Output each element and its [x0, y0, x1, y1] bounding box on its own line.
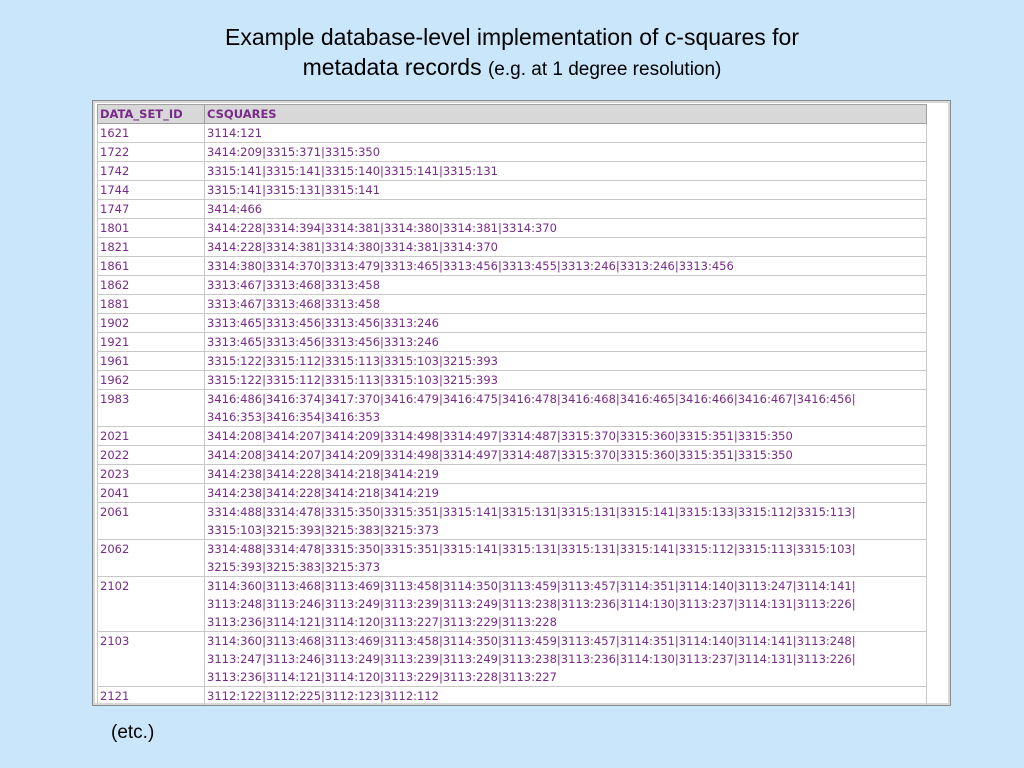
cell-data-set-id[interactable]: 1983 — [97, 389, 205, 427]
table-row[interactable]: 1961 3315:122|3315:112|3315:113|3315:103|… — [97, 351, 927, 371]
cell-data-set-id[interactable]: 2123 — [98, 706, 205, 707]
table-row[interactable]: 1621 3114:121 — [97, 123, 927, 143]
cell-csquares[interactable]: 3315:141|3315:131|3315:141 — [204, 180, 927, 200]
cell-csquares[interactable]: 3313:467|3313:468|3313:458 — [204, 294, 927, 314]
cell-csquares[interactable]: 3414:208|3414:207|3414:209|3314:498|3314… — [204, 426, 927, 446]
table-row[interactable]: 1722 3414:209|3315:371|3315:350 — [97, 142, 927, 162]
cell-csquares[interactable]: 3112:122|3112:225|3112:123|3112:112 — [204, 686, 927, 705]
cell-data-set-id[interactable]: 2041 — [97, 483, 205, 503]
table-row[interactable]: 1801 3414:228|3314:394|3314:381|3314:380|… — [97, 218, 927, 238]
cell-csquares[interactable]: 3414:466 — [204, 199, 927, 219]
title-line-2-main: metadata records — [302, 54, 482, 80]
cell-data-set-id[interactable]: 1861 — [97, 256, 205, 276]
cell-csquares[interactable]: 3314:380|3314:370|3313:479|3313:465|3313… — [204, 256, 927, 276]
cell-csquares[interactable]: 3313:467|3313:468|3313:458 — [204, 275, 927, 295]
cell-csquares[interactable]: 3414:208|3414:207|3414:209|3314:498|3314… — [204, 445, 927, 465]
cell-csquares[interactable]: 3416:486|3416:374|3417:370|3416:479|3416… — [204, 389, 927, 427]
table-row[interactable]: 1742 3315:141|3315:141|3315:140|3315:141|… — [97, 161, 927, 181]
cell-csquares[interactable]: 3313:465|3313:456|3313:456|3313:246 — [204, 332, 927, 352]
table-row[interactable]: 2102 3114:360|3113:468|3113:469|3113:458|… — [97, 576, 927, 632]
table-row[interactable]: 2062 3314:488|3314:478|3315:350|3315:351|… — [97, 539, 927, 577]
table-row[interactable]: 2041 3414:238|3414:228|3414:218|3414:219 — [97, 483, 927, 503]
cell-data-set-id[interactable]: 2022 — [97, 445, 205, 465]
cell-csquares[interactable]: 3315:122|3315:112|3315:113|3315:103|3215… — [204, 351, 927, 371]
cell-csquares[interactable]: 3114:121 — [204, 123, 927, 143]
cell-csquares[interactable]: 3414:209|3315:371|3315:350 — [204, 142, 927, 162]
cell-csquares[interactable]: 3114:360|3113:468|3113:469|3113:458|3114… — [204, 631, 927, 687]
cell-data-set-id[interactable]: 2062 — [97, 539, 205, 577]
table-row[interactable]: 2023 3414:238|3414:228|3414:218|3414:219 — [97, 464, 927, 484]
title-line-2: metadata records (e.g. at 1 degree resol… — [0, 52, 1024, 85]
table-row[interactable]: 1747 3414:466 — [97, 199, 927, 219]
cell-csquares[interactable]: 3414:238|3414:228|3414:218|3414:219 — [204, 483, 927, 503]
cell-csquares[interactable]: 3314:488|3314:478|3315:350|3315:351|3315… — [204, 539, 927, 577]
cell-data-set-id[interactable]: 1902 — [97, 313, 205, 333]
cell-csquares[interactable]: 3315:141|3315:141|3315:140|3315:141|3315… — [204, 161, 927, 181]
column-header-csquares[interactable]: CSQUARES — [204, 104, 927, 124]
cell-data-set-id[interactable]: 2061 — [97, 502, 205, 540]
cell-data-set-id[interactable]: 2121 — [97, 686, 205, 705]
cell-csquares[interactable]: 3114:360|3113:468|3113:469|3113:458|3114… — [204, 576, 927, 632]
table-row[interactable]: 1921 3313:465|3313:456|3313:456|3313:246 — [97, 332, 927, 352]
cell-data-set-id[interactable]: 1722 — [97, 142, 205, 162]
table-row[interactable]: 2061 3314:488|3314:478|3315:350|3315:351|… — [97, 502, 927, 540]
vertical-scrollbar[interactable] — [929, 104, 947, 700]
csquares-table: DATA_SET_ID CSQUARES 1621 3114:121 1722 341… — [97, 104, 927, 707]
cell-data-set-id[interactable]: 2023 — [97, 464, 205, 484]
cell-data-set-id[interactable]: 2102 — [97, 576, 205, 632]
title-line-1: Example database-level implementation of… — [224, 24, 799, 50]
table-row[interactable]: 1881 3313:467|3313:468|3313:458 — [97, 294, 927, 314]
cell-data-set-id[interactable]: 1862 — [97, 275, 205, 295]
cell-data-set-id[interactable]: 2103 — [97, 631, 205, 687]
table-row[interactable]: 2022 3414:208|3414:207|3414:209|3314:498|… — [97, 445, 927, 465]
table-row[interactable]: 1862 3313:467|3313:468|3313:458 — [97, 275, 927, 295]
cell-data-set-id[interactable]: 1881 — [97, 294, 205, 314]
table-window: DATA_SET_ID CSQUARES 1621 3114:121 1722 341… — [92, 100, 951, 706]
cell-data-set-id[interactable]: 1801 — [97, 218, 205, 238]
table-row[interactable]: 2021 3414:208|3414:207|3414:209|3314:498|… — [97, 426, 927, 446]
cell-csquares[interactable]: 3314:488|3314:478|3315:350|3315:351|3315… — [204, 502, 927, 540]
table-row[interactable]: 1983 3416:486|3416:374|3417:370|3416:479|… — [97, 389, 927, 427]
table-row[interactable]: 1744 3315:141|3315:131|3315:141 — [97, 180, 927, 200]
cell-data-set-id[interactable]: 1747 — [97, 199, 205, 219]
table-row[interactable]: 21233112:122|3112:123|3112:112 — [98, 706, 927, 707]
etc-note: (etc.) — [111, 722, 155, 743]
table-row[interactable]: 1962 3315:122|3315:112|3315:113|3315:103|… — [97, 370, 927, 390]
table-row[interactable]: 1861 3314:380|3314:370|3313:479|3313:465|… — [97, 256, 927, 276]
cell-csquares[interactable]: 3414:238|3414:228|3414:218|3414:219 — [204, 464, 927, 484]
table-row[interactable]: 2103 3114:360|3113:468|3113:469|3113:458|… — [97, 631, 927, 687]
cell-data-set-id[interactable]: 1744 — [97, 180, 205, 200]
cell-data-set-id[interactable]: 1961 — [97, 351, 205, 371]
cell-csquares[interactable]: 3414:228|3314:381|3314:380|3314:381|3314… — [204, 237, 927, 257]
table-row[interactable]: 2121 3112:122|3112:225|3112:123|3112:112 — [97, 686, 927, 705]
cell-csquares[interactable]: 3112:122|3112:123|3112:112 — [205, 706, 927, 707]
table-row[interactable]: 1821 3414:228|3314:381|3314:380|3314:381|… — [97, 237, 927, 257]
cell-csquares[interactable]: 3315:122|3315:112|3315:113|3315:103|3215… — [204, 370, 927, 390]
table-row[interactable]: 1902 3313:465|3313:456|3313:456|3313:246 — [97, 313, 927, 333]
cell-data-set-id[interactable]: 1921 — [97, 332, 205, 352]
cell-csquares[interactable]: 3313:465|3313:456|3313:456|3313:246 — [204, 313, 927, 333]
cell-csquares[interactable]: 3414:228|3314:394|3314:381|3314:380|3314… — [204, 218, 927, 238]
cell-data-set-id[interactable]: 1742 — [97, 161, 205, 181]
cell-data-set-id[interactable]: 2021 — [97, 426, 205, 446]
cell-data-set-id[interactable]: 1821 — [97, 237, 205, 257]
table-header-row: DATA_SET_ID CSQUARES — [97, 104, 927, 124]
column-header-data-set-id[interactable]: DATA_SET_ID — [97, 104, 205, 124]
cell-data-set-id[interactable]: 1621 — [97, 123, 205, 143]
slide-title: Example database-level implementation of… — [0, 22, 1024, 85]
cell-data-set-id[interactable]: 1962 — [97, 370, 205, 390]
title-line-2-note: (e.g. at 1 degree resolution) — [487, 59, 722, 80]
